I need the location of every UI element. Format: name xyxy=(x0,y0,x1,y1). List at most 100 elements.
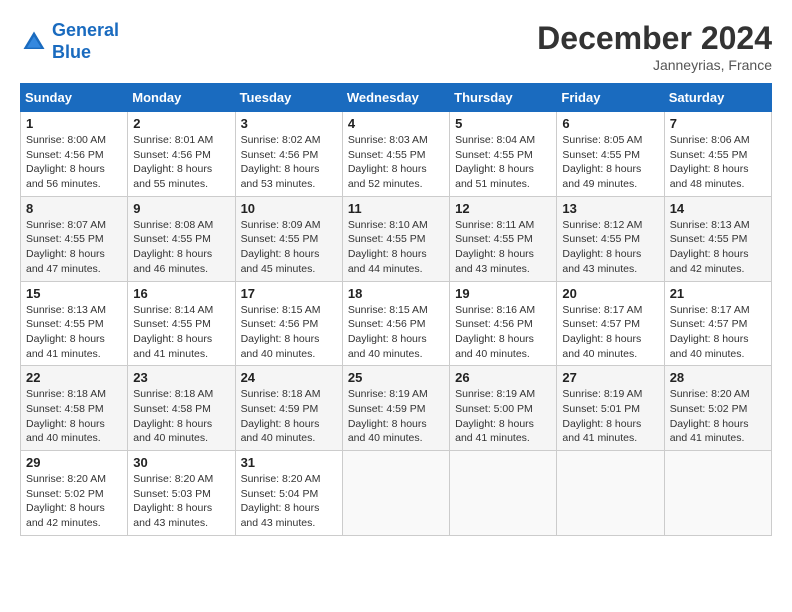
location: Janneyrias, France xyxy=(537,57,772,73)
table-row: 19Sunrise: 8:16 AM Sunset: 4:56 PM Dayli… xyxy=(450,281,557,366)
table-row: 14 Sunrise: 8:13 AM Sunset: 4:55 PM Dayli… xyxy=(664,196,771,281)
title-block: December 2024 Janneyrias, France xyxy=(537,20,772,73)
day-number: 21 xyxy=(670,286,766,301)
calendar-week-row: 1 Sunrise: 8:00 AM Sunset: 4:56 PM Daylig… xyxy=(21,112,772,197)
calendar-week-row: 29 Sunrise: 8:20 AM Sunset: 5:02 PM Dayli… xyxy=(21,451,772,536)
cell-content: Sunrise: 8:20 AM Sunset: 5:02 PM Dayligh… xyxy=(26,472,122,531)
day-number: 11 xyxy=(348,201,444,216)
table-row xyxy=(557,451,664,536)
table-row: 21 Sunrise: 8:17 AM Sunset: 4:57 PM Dayli… xyxy=(664,281,771,366)
cell-content: Sunrise: 8:05 AM Sunset: 4:55 PM Dayligh… xyxy=(562,133,658,192)
cell-content: Sunrise: 8:17 AM Sunset: 4:57 PM Dayligh… xyxy=(670,303,766,362)
col-wednesday: Wednesday xyxy=(342,84,449,112)
cell-content: Sunrise: 8:13 AM Sunset: 4:55 PM Dayligh… xyxy=(670,218,766,277)
day-number: 9 xyxy=(133,201,229,216)
logo: General Blue xyxy=(20,20,119,63)
day-number: 14 xyxy=(670,201,766,216)
table-row: 6 Sunrise: 8:05 AM Sunset: 4:55 PM Daylig… xyxy=(557,112,664,197)
table-row: 31 Sunrise: 8:20 AM Sunset: 5:04 PM Dayli… xyxy=(235,451,342,536)
cell-content: Sunrise: 8:02 AM Sunset: 4:56 PM Dayligh… xyxy=(241,133,337,192)
day-number: 30 xyxy=(133,455,229,470)
cell-content: Sunrise: 8:20 AM Sunset: 5:02 PM Dayligh… xyxy=(670,387,766,446)
table-row: 15 Sunrise: 8:13 AM Sunset: 4:55 PM Dayli… xyxy=(21,281,128,366)
table-row xyxy=(342,451,449,536)
table-row: 17 Sunrise: 8:15 AM Sunset: 4:56 PM Dayli… xyxy=(235,281,342,366)
day-number: 13 xyxy=(562,201,658,216)
cell-content: Sunrise: 8:15 AM Sunset: 4:56 PM Dayligh… xyxy=(241,303,337,362)
table-row: 2 Sunrise: 8:01 AM Sunset: 4:56 PM Daylig… xyxy=(128,112,235,197)
col-friday: Friday xyxy=(557,84,664,112)
day-number: 15 xyxy=(26,286,122,301)
day-number: 12 xyxy=(455,201,551,216)
logo-text: General Blue xyxy=(52,20,119,63)
calendar-week-row: 8Sunrise: 8:07 AM Sunset: 4:55 PM Daylig… xyxy=(21,196,772,281)
table-row xyxy=(664,451,771,536)
table-row: 13 Sunrise: 8:12 AM Sunset: 4:55 PM Dayli… xyxy=(557,196,664,281)
day-number: 6 xyxy=(562,116,658,131)
day-number: 20 xyxy=(562,286,658,301)
table-row: 11Sunrise: 8:10 AM Sunset: 4:55 PM Dayli… xyxy=(342,196,449,281)
cell-content: Sunrise: 8:18 AM Sunset: 4:58 PM Dayligh… xyxy=(26,387,122,446)
table-row: 28 Sunrise: 8:20 AM Sunset: 5:02 PM Dayli… xyxy=(664,366,771,451)
day-number: 26 xyxy=(455,370,551,385)
day-number: 28 xyxy=(670,370,766,385)
table-row: 5Sunrise: 8:04 AM Sunset: 4:55 PM Daylig… xyxy=(450,112,557,197)
table-row xyxy=(450,451,557,536)
day-number: 5 xyxy=(455,116,551,131)
cell-content: Sunrise: 8:17 AM Sunset: 4:57 PM Dayligh… xyxy=(562,303,658,362)
cell-content: Sunrise: 8:11 AM Sunset: 4:55 PM Dayligh… xyxy=(455,218,551,277)
logo-icon xyxy=(20,28,48,56)
table-row: 4Sunrise: 8:03 AM Sunset: 4:55 PM Daylig… xyxy=(342,112,449,197)
day-number: 3 xyxy=(241,116,337,131)
cell-content: Sunrise: 8:19 AM Sunset: 5:00 PM Dayligh… xyxy=(455,387,551,446)
cell-content: Sunrise: 8:12 AM Sunset: 4:55 PM Dayligh… xyxy=(562,218,658,277)
cell-content: Sunrise: 8:15 AM Sunset: 4:56 PM Dayligh… xyxy=(348,303,444,362)
day-number: 17 xyxy=(241,286,337,301)
table-row: 18 Sunrise: 8:15 AM Sunset: 4:56 PM Dayli… xyxy=(342,281,449,366)
table-row: 29 Sunrise: 8:20 AM Sunset: 5:02 PM Dayli… xyxy=(21,451,128,536)
cell-content: Sunrise: 8:03 AM Sunset: 4:55 PM Dayligh… xyxy=(348,133,444,192)
cell-content: Sunrise: 8:20 AM Sunset: 5:03 PM Dayligh… xyxy=(133,472,229,531)
table-row: 10Sunrise: 8:09 AM Sunset: 4:55 PM Dayli… xyxy=(235,196,342,281)
day-number: 16 xyxy=(133,286,229,301)
day-number: 31 xyxy=(241,455,337,470)
table-row: 7 Sunrise: 8:06 AM Sunset: 4:55 PM Daylig… xyxy=(664,112,771,197)
cell-content: Sunrise: 8:08 AM Sunset: 4:55 PM Dayligh… xyxy=(133,218,229,277)
cell-content: Sunrise: 8:00 AM Sunset: 4:56 PM Dayligh… xyxy=(26,133,122,192)
day-number: 1 xyxy=(26,116,122,131)
table-row: 27Sunrise: 8:19 AM Sunset: 5:01 PM Dayli… xyxy=(557,366,664,451)
day-number: 18 xyxy=(348,286,444,301)
cell-content: Sunrise: 8:06 AM Sunset: 4:55 PM Dayligh… xyxy=(670,133,766,192)
table-row: 12 Sunrise: 8:11 AM Sunset: 4:55 PM Dayli… xyxy=(450,196,557,281)
cell-content: Sunrise: 8:20 AM Sunset: 5:04 PM Dayligh… xyxy=(241,472,337,531)
table-row: 22 Sunrise: 8:18 AM Sunset: 4:58 PM Dayli… xyxy=(21,366,128,451)
table-row: 9 Sunrise: 8:08 AM Sunset: 4:55 PM Daylig… xyxy=(128,196,235,281)
day-number: 29 xyxy=(26,455,122,470)
cell-content: Sunrise: 8:13 AM Sunset: 4:55 PM Dayligh… xyxy=(26,303,122,362)
calendar-week-row: 22 Sunrise: 8:18 AM Sunset: 4:58 PM Dayli… xyxy=(21,366,772,451)
col-monday: Monday xyxy=(128,84,235,112)
table-row: 3 Sunrise: 8:02 AM Sunset: 4:56 PM Daylig… xyxy=(235,112,342,197)
table-row: 16 Sunrise: 8:14 AM Sunset: 4:55 PM Dayli… xyxy=(128,281,235,366)
calendar-table: Sunday Monday Tuesday Wednesday Thursday… xyxy=(20,83,772,536)
day-number: 22 xyxy=(26,370,122,385)
cell-content: Sunrise: 8:18 AM Sunset: 4:58 PM Dayligh… xyxy=(133,387,229,446)
day-number: 24 xyxy=(241,370,337,385)
calendar-header-row: Sunday Monday Tuesday Wednesday Thursday… xyxy=(21,84,772,112)
table-row: 26 Sunrise: 8:19 AM Sunset: 5:00 PM Dayli… xyxy=(450,366,557,451)
table-row: 8Sunrise: 8:07 AM Sunset: 4:55 PM Daylig… xyxy=(21,196,128,281)
cell-content: Sunrise: 8:16 AM Sunset: 4:56 PM Dayligh… xyxy=(455,303,551,362)
day-number: 23 xyxy=(133,370,229,385)
table-row: 20 Sunrise: 8:17 AM Sunset: 4:57 PM Dayli… xyxy=(557,281,664,366)
cell-content: Sunrise: 8:14 AM Sunset: 4:55 PM Dayligh… xyxy=(133,303,229,362)
day-number: 8 xyxy=(26,201,122,216)
table-row: 24Sunrise: 8:18 AM Sunset: 4:59 PM Dayli… xyxy=(235,366,342,451)
cell-content: Sunrise: 8:01 AM Sunset: 4:56 PM Dayligh… xyxy=(133,133,229,192)
day-number: 2 xyxy=(133,116,229,131)
day-number: 7 xyxy=(670,116,766,131)
table-row: 30 Sunrise: 8:20 AM Sunset: 5:03 PM Dayli… xyxy=(128,451,235,536)
day-number: 10 xyxy=(241,201,337,216)
page-header: General Blue December 2024 Janneyrias, F… xyxy=(20,20,772,73)
table-row: 23 Sunrise: 8:18 AM Sunset: 4:58 PM Dayli… xyxy=(128,366,235,451)
col-tuesday: Tuesday xyxy=(235,84,342,112)
